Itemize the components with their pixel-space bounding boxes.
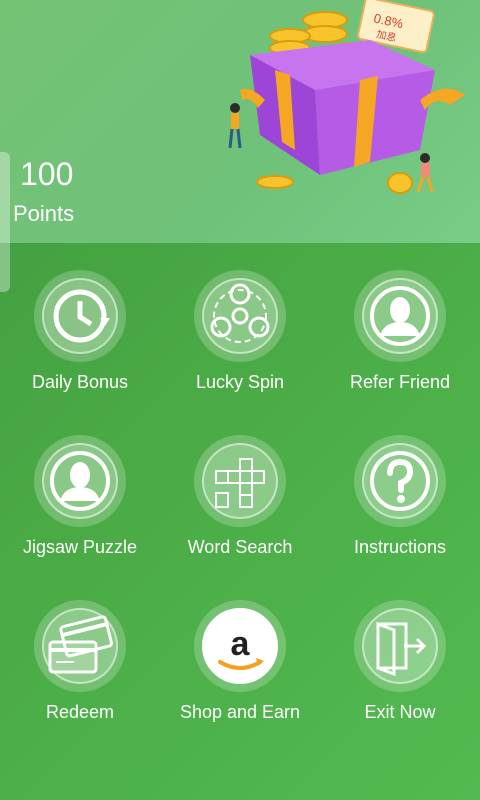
menu-label: Refer Friend <box>349 372 451 392</box>
menu-item-jigsaw-puzzle[interactable]: Jigsaw Puzzle <box>0 435 160 558</box>
points-header: 100 Points 0.8% 加息 <box>0 0 480 292</box>
clock-refresh-icon <box>34 270 126 362</box>
exit-door-icon <box>354 600 446 692</box>
person-icon <box>34 435 126 527</box>
menu-label: Shop and Earn <box>179 702 301 722</box>
crossword-icon <box>194 435 286 527</box>
points-label: Points <box>13 201 75 226</box>
menu-label: Lucky Spin <box>195 372 285 392</box>
menu-item-instructions[interactable]: Instructions <box>320 435 480 558</box>
svg-text:a: a <box>231 625 251 663</box>
question-icon <box>354 435 446 527</box>
menu-item-exit-now[interactable]: Exit Now <box>320 600 480 723</box>
cards-icon <box>34 600 126 692</box>
menu-item-word-search[interactable]: Word Search <box>160 435 320 558</box>
gift-box-illustration: 0.8% 加息 <box>228 0 465 194</box>
amazon-icon: a <box>194 600 286 692</box>
menu-label: Exit Now <box>364 702 436 722</box>
menu-label: Word Search <box>187 537 293 557</box>
menu-item-redeem[interactable]: Redeem <box>0 600 160 723</box>
spinner-icon <box>194 270 286 362</box>
menu-label: Instructions <box>353 537 447 557</box>
menu-item-lucky-spin[interactable]: Lucky Spin <box>160 270 320 393</box>
person-icon <box>354 270 446 362</box>
menu-label: Daily Bonus <box>31 372 129 392</box>
menu-label: Jigsaw Puzzle <box>22 537 138 557</box>
menu-item-shop-and-earn[interactable]: a Shop and Earn <box>160 600 320 723</box>
menu-label: Redeem <box>45 702 115 722</box>
menu-item-refer-friend[interactable]: Refer Friend <box>320 270 480 393</box>
menu-item-daily-bonus[interactable]: Daily Bonus <box>0 270 160 393</box>
points-value: 100 <box>20 156 74 192</box>
